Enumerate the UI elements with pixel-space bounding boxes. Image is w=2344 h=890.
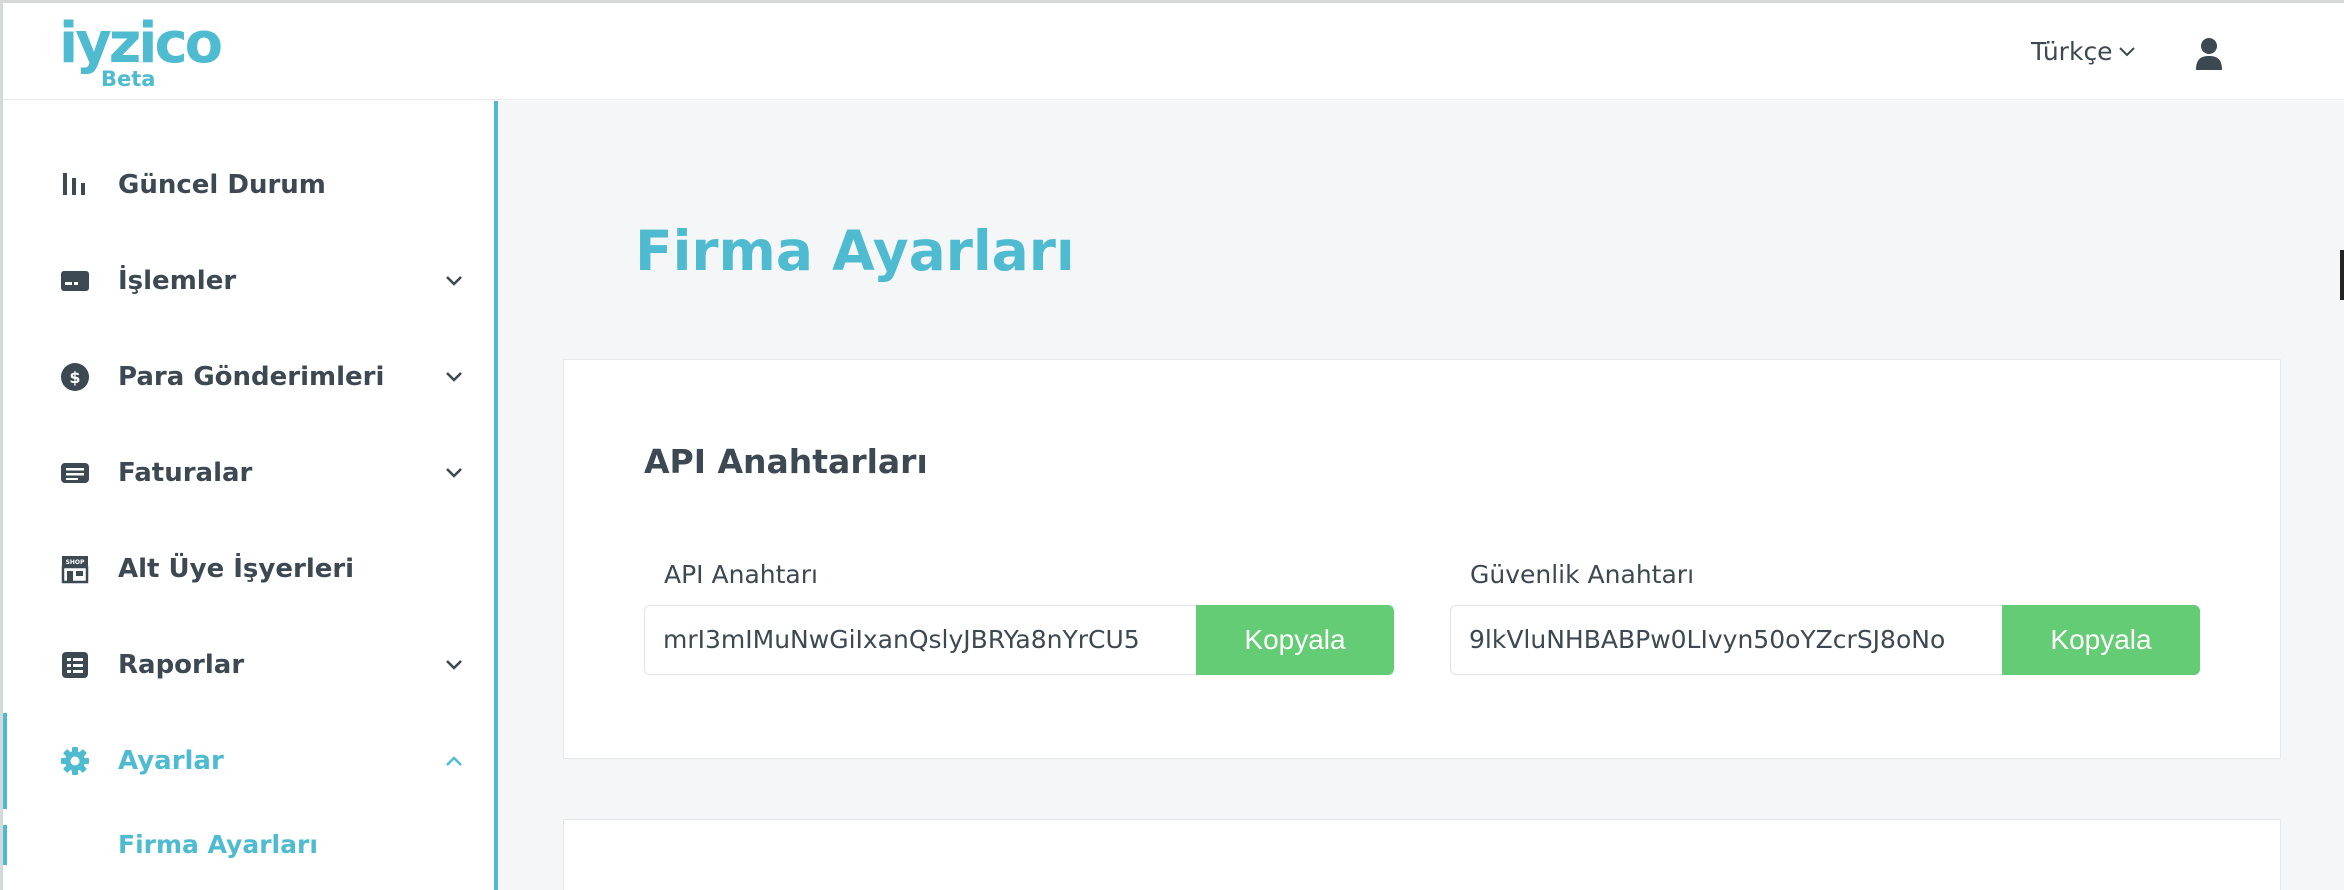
sidebar-item-islemler[interactable]: İşlemler [3, 233, 494, 329]
card-title: API Anahtarları [644, 442, 928, 481]
sidebar: Güncel Durum İşlemler $ Para Gönderimler… [3, 101, 498, 890]
shop-icon: SHOP [59, 553, 91, 585]
gear-icon [59, 745, 91, 777]
api-key-input[interactable]: mrI3mIMuNwGiIxanQslyJBRYa8nYrCU5 [644, 605, 1196, 675]
copy-api-key-button[interactable]: Kopyala [1196, 605, 1394, 675]
sidebar-item-ayarlar[interactable]: Ayarlar [3, 713, 494, 809]
sidebar-item-guncel-durum[interactable]: Güncel Durum [3, 137, 494, 233]
sidebar-item-label: Raporlar [118, 650, 245, 680]
language-selector[interactable]: Türkçe [2031, 37, 2135, 66]
language-label: Türkçe [2031, 37, 2113, 66]
sidebar-item-alt-uye-isyerleri[interactable]: SHOP Alt Üye İşyerleri [3, 521, 494, 617]
svg-text:SHOP: SHOP [66, 559, 85, 566]
secret-key-row: 9lkVluNHBABPw0LIvyn50oYZcrSJ8oNo Kopyala [1450, 605, 2200, 675]
chart-bars-icon [59, 169, 91, 201]
secret-key-label: Güvenlik Anahtarı [1470, 560, 1695, 589]
sidebar-item-label: İşlemler [118, 266, 237, 296]
api-key-row: mrI3mIMuNwGiIxanQslyJBRYa8nYrCU5 Kopyala [644, 605, 1394, 675]
report-icon [59, 649, 91, 681]
sidebar-subitem-firma-ayarlari[interactable]: Firma Ayarları [3, 817, 494, 873]
credit-card-icon [59, 265, 91, 297]
brand-logo[interactable]: iyzico Beta [59, 11, 223, 93]
sidebar-subitem-label: Firma Ayarları [118, 830, 318, 859]
scrollbar-marker[interactable] [2340, 250, 2344, 300]
brand-logo-sub: Beta [101, 67, 156, 91]
api-key-label: API Anahtarı [664, 560, 818, 589]
sidebar-item-label: Faturalar [118, 458, 253, 488]
chevron-down-icon [446, 660, 462, 670]
chevron-down-icon [446, 372, 462, 382]
sidebar-item-label: Para Gönderimleri [118, 362, 385, 392]
main-content: Firma Ayarları API Anahtarları API Anaht… [499, 101, 2344, 890]
api-keys-card: API Anahtarları API Anahtarı mrI3mIMuNwG… [563, 359, 2281, 759]
invoice-icon [59, 457, 91, 489]
chevron-down-icon [446, 276, 462, 286]
chevron-up-icon [446, 756, 462, 766]
sidebar-item-label: Alt Üye İşyerleri [118, 554, 355, 584]
secret-key-input[interactable]: 9lkVluNHBABPw0LIvyn50oYZcrSJ8oNo [1450, 605, 2002, 675]
page-title: Firma Ayarları [635, 219, 1075, 283]
sidebar-item-raporlar[interactable]: Raporlar [3, 617, 494, 713]
sidebar-item-label: Ayarlar [118, 746, 224, 776]
dollar-coin-icon: $ [59, 361, 91, 393]
copy-secret-key-button[interactable]: Kopyala [2002, 605, 2200, 675]
brand-logo-word: iyzico [59, 11, 223, 76]
sidebar-item-faturalar[interactable]: Faturalar [3, 425, 494, 521]
sidebar-item-para-gonderimleri[interactable]: $ Para Gönderimleri [3, 329, 494, 425]
chevron-down-icon [2118, 46, 2135, 56]
svg-text:$: $ [69, 368, 80, 387]
secondary-card [563, 819, 2281, 890]
top-bar: iyzico Beta Türkçe [3, 3, 2344, 100]
sidebar-item-label: Güncel Durum [118, 170, 326, 200]
user-icon[interactable] [2195, 37, 2223, 71]
chevron-down-icon [446, 468, 462, 478]
